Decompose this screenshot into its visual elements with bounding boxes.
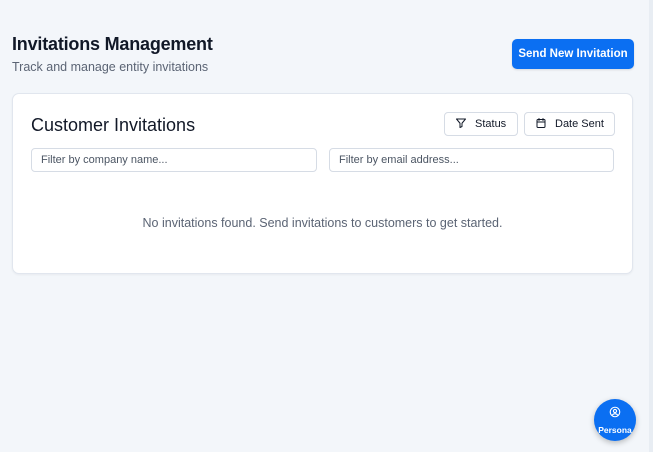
calendar-icon xyxy=(535,117,547,132)
scrollbar-track[interactable] xyxy=(649,0,653,452)
empty-state-message: No invitations found. Send invitations t… xyxy=(142,216,503,230)
send-new-invitation-button[interactable]: Send New Invitation xyxy=(512,39,634,69)
status-filter-button[interactable]: Status xyxy=(444,112,518,136)
email-filter-input[interactable] xyxy=(329,148,614,172)
user-circle-icon xyxy=(609,406,621,425)
status-filter-label: Status xyxy=(475,118,507,130)
date-sent-filter-label: Date Sent xyxy=(555,118,604,130)
page-title: Invitations Management xyxy=(12,34,213,54)
invitations-card: Customer Invitations Status Date Sent No… xyxy=(12,93,633,274)
persona-label: Persona xyxy=(598,424,632,435)
page-subtitle: Track and manage entity invitations xyxy=(12,60,209,74)
filter-icon xyxy=(455,117,467,132)
company-name-filter-input[interactable] xyxy=(31,148,317,172)
persona-button[interactable]: Persona xyxy=(594,399,636,441)
date-sent-filter-button[interactable]: Date Sent xyxy=(524,112,615,136)
card-title: Customer Invitations xyxy=(31,115,196,135)
